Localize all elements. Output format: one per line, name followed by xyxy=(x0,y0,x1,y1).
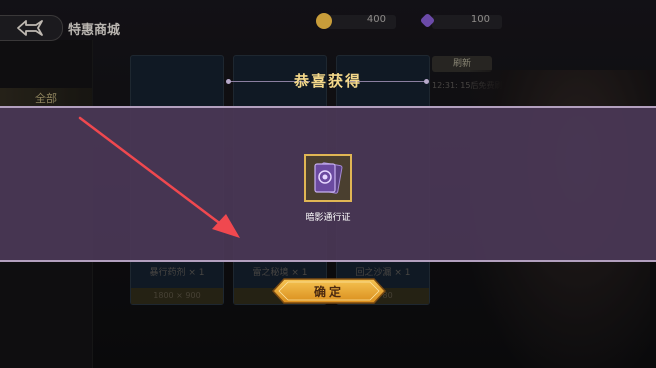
crystal-currency: 100 xyxy=(419,12,502,32)
popup-title: 恭喜获得 xyxy=(293,72,362,90)
reward-item-label: 暗影通行证 xyxy=(305,213,351,223)
reward-item-slot[interactable] xyxy=(304,154,352,202)
confirm-button[interactable]: 确定 xyxy=(272,278,386,304)
gold-currency: 400 xyxy=(316,12,396,32)
currency-value: 100 xyxy=(470,14,490,25)
gold-coin-icon xyxy=(316,13,332,29)
popup-title-row: 恭喜获得 xyxy=(0,66,656,96)
confirm-button-label: 确定 xyxy=(313,285,344,299)
currency-bar xyxy=(432,15,502,29)
currency-value: 400 xyxy=(366,14,386,25)
back-button[interactable] xyxy=(0,15,63,41)
page-title: 特惠商城 xyxy=(68,23,121,38)
back-arrow-icon xyxy=(17,20,43,36)
top-bar: 特惠商城 400 100 xyxy=(0,0,656,41)
shadow-pass-card-icon xyxy=(314,162,343,194)
